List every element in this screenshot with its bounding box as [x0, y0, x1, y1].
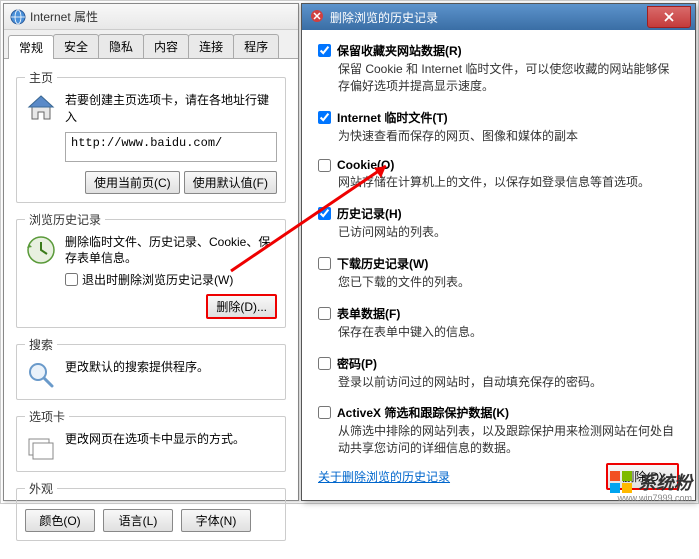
tab-content[interactable]: 内容 — [143, 34, 189, 58]
delete-history-dialog: 删除浏览的历史记录 保留收藏夹网站数据(R) 保留 Cookie 和 Inter… — [301, 3, 696, 501]
downloads-desc: 您已下载的文件的列表。 — [338, 274, 679, 291]
internet-icon — [10, 9, 26, 25]
home-icon — [25, 92, 57, 124]
delete-on-exit-checkbox[interactable] — [65, 273, 78, 286]
downloads-checkbox[interactable] — [318, 257, 331, 270]
appearance-legend: 外观 — [25, 480, 57, 497]
dialog-body: 保留收藏夹网站数据(R) 保留 Cookie 和 Internet 临时文件，可… — [302, 30, 695, 483]
tabs-legend: 选项卡 — [25, 408, 69, 425]
option-formdata: 表单数据(F) 保存在表单中键入的信息。 — [318, 305, 679, 341]
activex-checkbox[interactable] — [318, 406, 331, 419]
formdata-label: 表单数据(F) — [337, 305, 400, 322]
search-section: 搜索 更改默认的搜索提供程序。 — [16, 336, 286, 400]
option-cookie: Cookie(O) 网站存储在计算机上的文件，以保存如登录信息等首选项。 — [318, 158, 679, 191]
tab-privacy[interactable]: 隐私 — [98, 34, 144, 58]
tempfiles-desc: 为快速查看而保存的网页、图像和媒体的副本 — [338, 128, 679, 145]
downloads-label: 下载历史记录(W) — [337, 255, 428, 272]
tabs-text: 更改网页在选项卡中显示的方式。 — [65, 431, 277, 448]
titlebar[interactable]: Internet 属性 — [4, 4, 298, 30]
favorites-label: 保留收藏夹网站数据(R) — [337, 42, 462, 59]
option-downloads: 下载历史记录(W) 您已下载的文件的列表。 — [318, 255, 679, 291]
appearance-section: 外观 颜色(O) 语言(L) 字体(N) — [16, 480, 286, 541]
use-default-button[interactable]: 使用默认值(F) — [184, 171, 277, 194]
option-favorites: 保留收藏夹网站数据(R) 保留 Cookie 和 Internet 临时文件，可… — [318, 42, 679, 95]
delete-history-button[interactable]: 删除(D)... — [206, 294, 277, 319]
passwords-label: 密码(P) — [337, 355, 377, 372]
cookie-checkbox[interactable] — [318, 159, 331, 172]
delete-icon — [310, 9, 324, 26]
cookie-desc: 网站存储在计算机上的文件，以保存如登录信息等首选项。 — [338, 174, 679, 191]
tempfiles-checkbox[interactable] — [318, 111, 331, 124]
tab-connections[interactable]: 连接 — [188, 34, 234, 58]
titlebar-text: Internet 属性 — [30, 8, 98, 25]
cookie-label: Cookie(O) — [337, 158, 394, 172]
option-tempfiles: Internet 临时文件(T) 为快速查看而保存的网页、图像和媒体的副本 — [318, 109, 679, 145]
page-body: 主页 若要创建主页选项卡，请在各地址行键入 使用当前页(C) 使用默认值(F) … — [4, 59, 298, 559]
history-legend: 浏览历史记录 — [25, 211, 105, 228]
option-passwords: 密码(P) 登录以前访问过的网站时，自动填充保存的密码。 — [318, 355, 679, 391]
search-text: 更改默认的搜索提供程序。 — [65, 359, 277, 376]
history-desc: 已访问网站的列表。 — [338, 224, 679, 241]
tabs-bar: 常规 安全 隐私 内容 连接 程序 — [4, 30, 298, 59]
history-label: 历史记录(H) — [337, 205, 402, 222]
activex-label: ActiveX 筛选和跟踪保护数据(K) — [337, 404, 509, 421]
homepage-url-input[interactable] — [65, 132, 277, 162]
tabs-section: 选项卡 更改网页在选项卡中显示的方式。 — [16, 408, 286, 472]
history-checkbox[interactable] — [318, 207, 331, 220]
tab-programs[interactable]: 程序 — [233, 34, 279, 58]
option-activex: ActiveX 筛选和跟踪保护数据(K) 从筛选中排除的网站列表，以及跟踪保护用… — [318, 404, 679, 457]
use-current-button[interactable]: 使用当前页(C) — [85, 171, 180, 194]
homepage-legend: 主页 — [25, 69, 57, 86]
delete-on-exit-label: 退出时删除浏览历史记录(W) — [82, 271, 233, 288]
close-icon — [663, 11, 675, 23]
about-link[interactable]: 关于删除浏览的历史记录 — [318, 468, 450, 485]
history-icon — [25, 234, 57, 266]
search-icon — [25, 359, 57, 391]
watermark: 系统粉 — [610, 469, 692, 495]
internet-properties-dialog: Internet 属性 常规 安全 隐私 内容 连接 程序 主页 若要创建主页选… — [3, 3, 299, 501]
activex-desc: 从筛选中排除的网站列表，以及跟踪保护用来检测网站在何处自动共享您访问的详细信息的… — [338, 423, 679, 457]
favorites-desc: 保留 Cookie 和 Internet 临时文件，可以使您收藏的网站能够保存偏… — [338, 61, 679, 95]
language-button[interactable]: 语言(L) — [103, 509, 173, 532]
passwords-desc: 登录以前访问过的网站时，自动填充保存的密码。 — [338, 374, 679, 391]
search-legend: 搜索 — [25, 336, 57, 353]
homepage-text: 若要创建主页选项卡，请在各地址行键入 — [65, 92, 277, 126]
titlebar-text: 删除浏览的历史记录 — [330, 9, 438, 26]
formdata-desc: 保存在表单中键入的信息。 — [338, 324, 679, 341]
tabs-icon — [25, 431, 57, 463]
titlebar[interactable]: 删除浏览的历史记录 — [302, 4, 695, 30]
history-text: 删除临时文件、历史记录、Cookie、保存表单信息。 — [65, 234, 277, 268]
passwords-checkbox[interactable] — [318, 357, 331, 370]
tab-security[interactable]: 安全 — [53, 34, 99, 58]
watermark-logo-icon — [610, 471, 632, 493]
tempfiles-label: Internet 临时文件(T) — [337, 109, 448, 126]
favorites-checkbox[interactable] — [318, 44, 331, 57]
tab-general[interactable]: 常规 — [8, 35, 54, 59]
history-section: 浏览历史记录 删除临时文件、历史记录、Cookie、保存表单信息。 退出时删除浏… — [16, 211, 286, 329]
font-button[interactable]: 字体(N) — [181, 509, 251, 532]
watermark-text: 系统粉 — [638, 469, 692, 495]
close-button[interactable] — [647, 6, 691, 28]
option-history: 历史记录(H) 已访问网站的列表。 — [318, 205, 679, 241]
formdata-checkbox[interactable] — [318, 307, 331, 320]
homepage-section: 主页 若要创建主页选项卡，请在各地址行键入 使用当前页(C) 使用默认值(F) — [16, 69, 286, 203]
color-button[interactable]: 颜色(O) — [25, 509, 95, 532]
